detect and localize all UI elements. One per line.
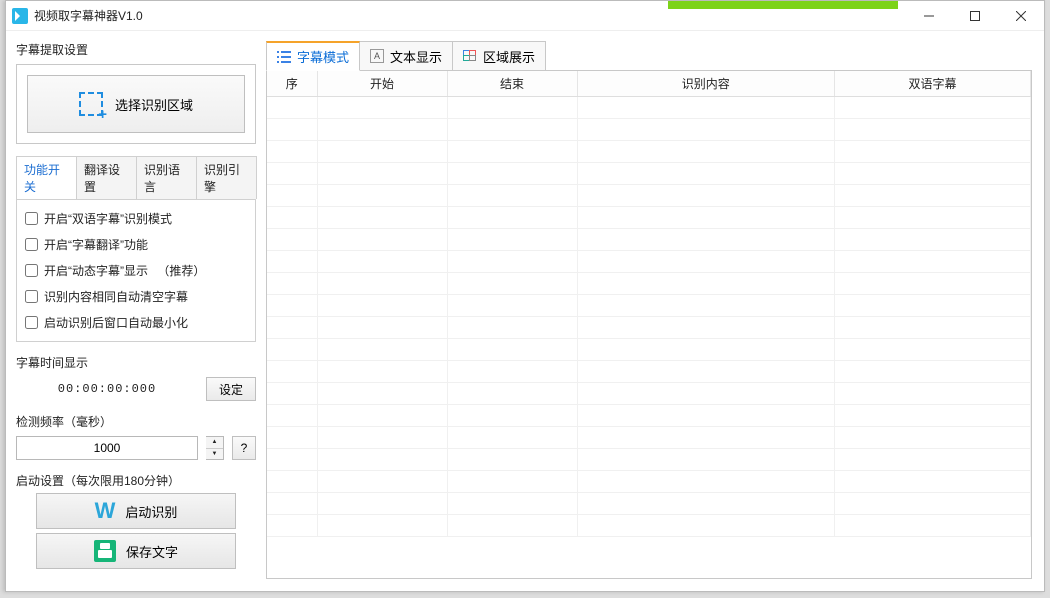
col-bilingual[interactable]: 双语字幕 [835,71,1031,97]
check-dynamic-box[interactable] [25,264,38,277]
tab-translate-settings[interactable]: 翻译设置 [76,156,137,199]
save-text-button[interactable]: 保存文字 [36,533,236,569]
table-row [267,229,1031,251]
table-row [267,119,1031,141]
table-row [267,405,1031,427]
left-panel: 字幕提取设置 选择识别区域 功能开关 翻译设置 识别语言 识别引擎 开启“双语字… [6,31,266,591]
table-body [267,97,1031,537]
time-value: 00:00:00:000 [16,382,198,396]
save-icon [94,540,116,562]
time-display-label: 字幕时间显示 [16,354,256,371]
table-row [267,207,1031,229]
table-row [267,471,1031,493]
col-start[interactable]: 开始 [317,71,447,97]
main-window: 视频取字幕神器V1.0 字幕提取设置 选择识别区域 [5,0,1045,592]
tab-engine[interactable]: 识别引擎 [196,156,257,199]
titlebar[interactable]: 视频取字幕神器V1.0 [6,1,1044,31]
col-end[interactable]: 结束 [447,71,577,97]
freq-input[interactable] [16,436,198,460]
col-content[interactable]: 识别内容 [577,71,835,97]
select-area-button[interactable]: 选择识别区域 [27,75,245,133]
subtitle-table: 序 开始 结束 识别内容 双语字幕 [267,71,1031,537]
tab-language[interactable]: 识别语言 [136,156,197,199]
check-clear[interactable]: 识别内容相同自动清空字幕 [25,288,247,305]
table-row [267,449,1031,471]
check-minimize[interactable]: 启动识别后窗口自动最小化 [25,314,247,331]
table-row [267,141,1031,163]
select-area-icon [79,92,103,116]
check-clear-box[interactable] [25,290,38,303]
tab-function-switch[interactable]: 功能开关 [16,156,77,199]
table-row [267,339,1031,361]
app-icon [12,8,28,24]
text-icon: A [370,49,384,63]
tab-subtitle-mode[interactable]: 字幕模式 [266,41,360,71]
right-tabs: 字幕模式 A 文本显示 区域展示 [266,41,1032,71]
check-bilingual[interactable]: 开启“双语字幕”识别模式 [25,210,247,227]
spinner-up[interactable]: ▲ [206,437,223,449]
check-bilingual-box[interactable] [25,212,38,225]
header-stripe [668,1,898,9]
check-dynamic[interactable]: 开启“动态字幕”显示 （推荐） [25,262,247,279]
right-panel: 字幕模式 A 文本显示 区域展示 序 开始 结束 [266,31,1044,591]
check-translate-box[interactable] [25,238,38,251]
tab-zone-display[interactable]: 区域展示 [452,41,546,71]
col-seq[interactable]: 序 [267,71,317,97]
freq-help-button[interactable]: ? [232,436,256,460]
close-button[interactable] [998,1,1044,31]
w-icon: W [95,498,116,524]
table-container[interactable]: 序 开始 结束 识别内容 双语字幕 [266,70,1032,579]
start-recognize-button[interactable]: W 启动识别 [36,493,236,529]
save-text-label: 保存文字 [126,542,178,561]
table-row [267,185,1031,207]
table-row [267,515,1031,537]
table-row [267,427,1031,449]
table-row [267,97,1031,119]
table-row [267,493,1031,515]
left-tabs: 功能开关 翻译设置 识别语言 识别引擎 [16,156,256,199]
check-translate[interactable]: 开启“字幕翻译”功能 [25,236,247,253]
function-switch-panel: 开启“双语字幕”识别模式 开启“字幕翻译”功能 开启“动态字幕”显示 （推荐） … [16,199,256,342]
table-row [267,295,1031,317]
table-row [267,163,1031,185]
freq-spinner[interactable]: ▲ ▼ [206,436,224,460]
zone-icon [463,50,477,62]
window-title: 视频取字幕神器V1.0 [34,7,143,24]
table-row [267,317,1031,339]
table-row [267,251,1031,273]
check-minimize-box[interactable] [25,316,38,329]
table-row [267,273,1031,295]
set-time-button[interactable]: 设定 [206,377,256,401]
table-row [267,361,1031,383]
minimize-button[interactable] [906,1,952,31]
start-recognize-label: 启动识别 [125,502,177,521]
list-icon [277,51,291,63]
freq-label: 检测频率（毫秒） [16,413,256,430]
tab-text-display[interactable]: A 文本显示 [359,41,453,71]
select-area-label: 选择识别区域 [115,95,193,114]
start-settings-label: 启动设置（每次限用180分钟） [16,472,256,489]
maximize-button[interactable] [952,1,998,31]
table-row [267,383,1031,405]
spinner-down[interactable]: ▼ [206,449,223,460]
extract-settings-label: 字幕提取设置 [16,41,256,58]
select-area-panel: 选择识别区域 [16,64,256,144]
